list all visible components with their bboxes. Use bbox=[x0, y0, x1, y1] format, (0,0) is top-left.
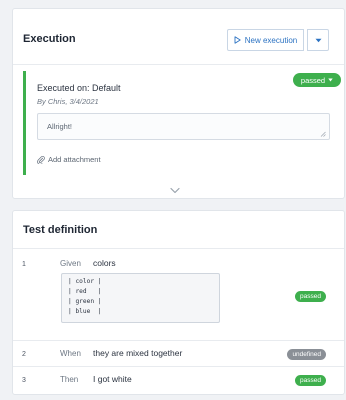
execution-status-label: passed bbox=[300, 75, 326, 85]
test-definition-card: Test definition 1 Given colors | color |… bbox=[12, 210, 345, 395]
docstring-line: | green | bbox=[68, 298, 102, 305]
executed-by-text: By Chris, 3/4/2021 bbox=[37, 97, 99, 106]
step-status-badge: passed bbox=[295, 291, 326, 302]
execution-entry: Executed on: Default By Chris, 3/4/2021 … bbox=[23, 71, 341, 175]
step-status-badge: undefined bbox=[287, 349, 326, 360]
caret-down-icon bbox=[328, 78, 333, 82]
docstring-line: | red | bbox=[68, 288, 102, 295]
caret-down-icon bbox=[315, 38, 321, 42]
new-execution-dropdown-button[interactable] bbox=[307, 29, 329, 51]
step-text: I got white bbox=[93, 374, 132, 384]
new-execution-label: New execution bbox=[244, 35, 298, 45]
execution-card: Execution New execution Executed on: Def… bbox=[12, 8, 345, 199]
step-row: 1 Given colors | color | | red | | green… bbox=[13, 249, 344, 341]
docstring-line: | color | bbox=[68, 278, 102, 285]
step-row: 2 When they are mixed together undefined bbox=[13, 341, 344, 367]
step-text: colors bbox=[93, 258, 116, 268]
new-execution-button-group: New execution bbox=[227, 29, 329, 51]
step-row: 3 Then I got white passed bbox=[13, 367, 344, 393]
new-execution-button[interactable]: New execution bbox=[227, 29, 304, 51]
execution-comment-field[interactable]: Allright! bbox=[37, 113, 330, 140]
step-number: 1 bbox=[22, 261, 26, 268]
step-keyword: Then bbox=[60, 375, 79, 384]
chevron-down-icon[interactable] bbox=[170, 187, 180, 194]
execution-header: Execution New execution bbox=[13, 9, 344, 65]
resize-grip-icon[interactable] bbox=[320, 131, 326, 137]
test-definition-header: Test definition bbox=[13, 211, 344, 249]
play-icon bbox=[234, 36, 241, 44]
paperclip-icon bbox=[37, 155, 45, 164]
step-keyword: Given bbox=[60, 259, 81, 268]
step-number: 3 bbox=[22, 377, 26, 384]
add-attachment-label: Add attachment bbox=[48, 155, 101, 164]
test-definition-title: Test definition bbox=[23, 224, 98, 236]
add-attachment-link[interactable]: Add attachment bbox=[37, 155, 101, 164]
step-status-badge: passed bbox=[295, 375, 326, 386]
docstring-line: | blue | bbox=[68, 308, 102, 315]
step-number: 2 bbox=[22, 351, 26, 358]
execution-status-dropdown[interactable]: passed bbox=[293, 73, 341, 87]
step-docstring: | color | | red | | green | | blue | bbox=[61, 273, 220, 323]
step-text: they are mixed together bbox=[93, 348, 183, 358]
execution-title: Execution bbox=[23, 33, 76, 45]
executed-on-text: Executed on: Default bbox=[37, 83, 121, 93]
step-keyword: When bbox=[60, 349, 81, 358]
execution-comment-text: Allright! bbox=[47, 122, 73, 131]
